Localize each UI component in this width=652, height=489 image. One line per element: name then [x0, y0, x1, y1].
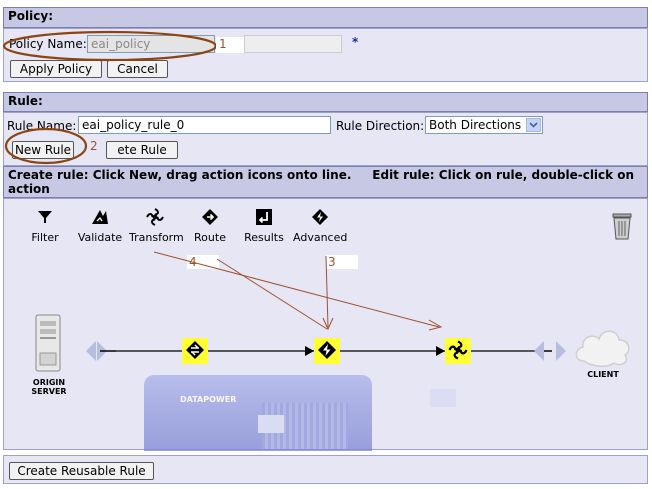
advanced-action-icon: [317, 340, 337, 363]
rule-name-label: Rule Name:: [7, 119, 77, 133]
chevron-down-icon[interactable]: [526, 118, 541, 132]
apply-policy-button[interactable]: Apply Policy: [10, 60, 102, 78]
origin-server-label: ORIGIN SERVER: [31, 378, 67, 396]
rule-direction-select[interactable]: Both Directions: [425, 116, 543, 134]
annotation-2-label: 2: [90, 139, 98, 153]
rule-header-text: Rule:: [8, 94, 43, 108]
transform-action-icon: [448, 339, 468, 363]
origin-server[interactable]: ORIGIN SERVER: [28, 313, 70, 396]
required-mark: *: [352, 35, 359, 49]
rule-header: Rule:: [3, 92, 648, 112]
create-reusable-rule-button[interactable]: Create Reusable Rule: [9, 462, 154, 480]
rule-canvas[interactable]: Filter Validate Transform Route Results …: [3, 198, 648, 451]
policy-name-label: Policy Name:: [9, 37, 87, 51]
rule-action-advanced[interactable]: [314, 338, 340, 364]
client-endpoint-arrow[interactable]: [534, 339, 566, 366]
rule-action-transform[interactable]: [445, 338, 471, 364]
policy-name-field[interactable]: [87, 35, 215, 53]
rule-connectors: [116, 251, 536, 356]
instructions-bar: Create rule: Click New, drag action icon…: [3, 166, 648, 198]
new-rule-button[interactable]: New Rule: [12, 141, 74, 159]
annotation-1-box: 1: [216, 37, 244, 53]
annotation-2-box: 2: [88, 139, 104, 155]
cloud-icon: [572, 323, 634, 370]
client[interactable]: CLIENT: [572, 323, 634, 379]
rule-action-match[interactable]: [182, 338, 208, 364]
origin-endpoint-arrow[interactable]: [86, 339, 116, 366]
server-icon: [34, 313, 70, 378]
rule-name-field[interactable]: [78, 116, 331, 134]
annotation-1-label: 1: [219, 37, 227, 51]
rule-direction-label: Rule Direction:: [336, 119, 425, 133]
instructions-text: Create rule: Click New, drag action icon…: [8, 168, 639, 196]
cancel-button[interactable]: Cancel: [107, 60, 168, 78]
policy-name-extra-field: [244, 35, 342, 53]
rule-direction-value: Both Directions: [429, 118, 522, 132]
policy-header: Policy:: [3, 7, 648, 28]
delete-rule-button[interactable]: ete Rule: [106, 141, 178, 159]
match-action-icon: [185, 340, 205, 363]
policy-header-text: Policy:: [8, 9, 53, 23]
client-label: CLIENT: [587, 370, 619, 379]
